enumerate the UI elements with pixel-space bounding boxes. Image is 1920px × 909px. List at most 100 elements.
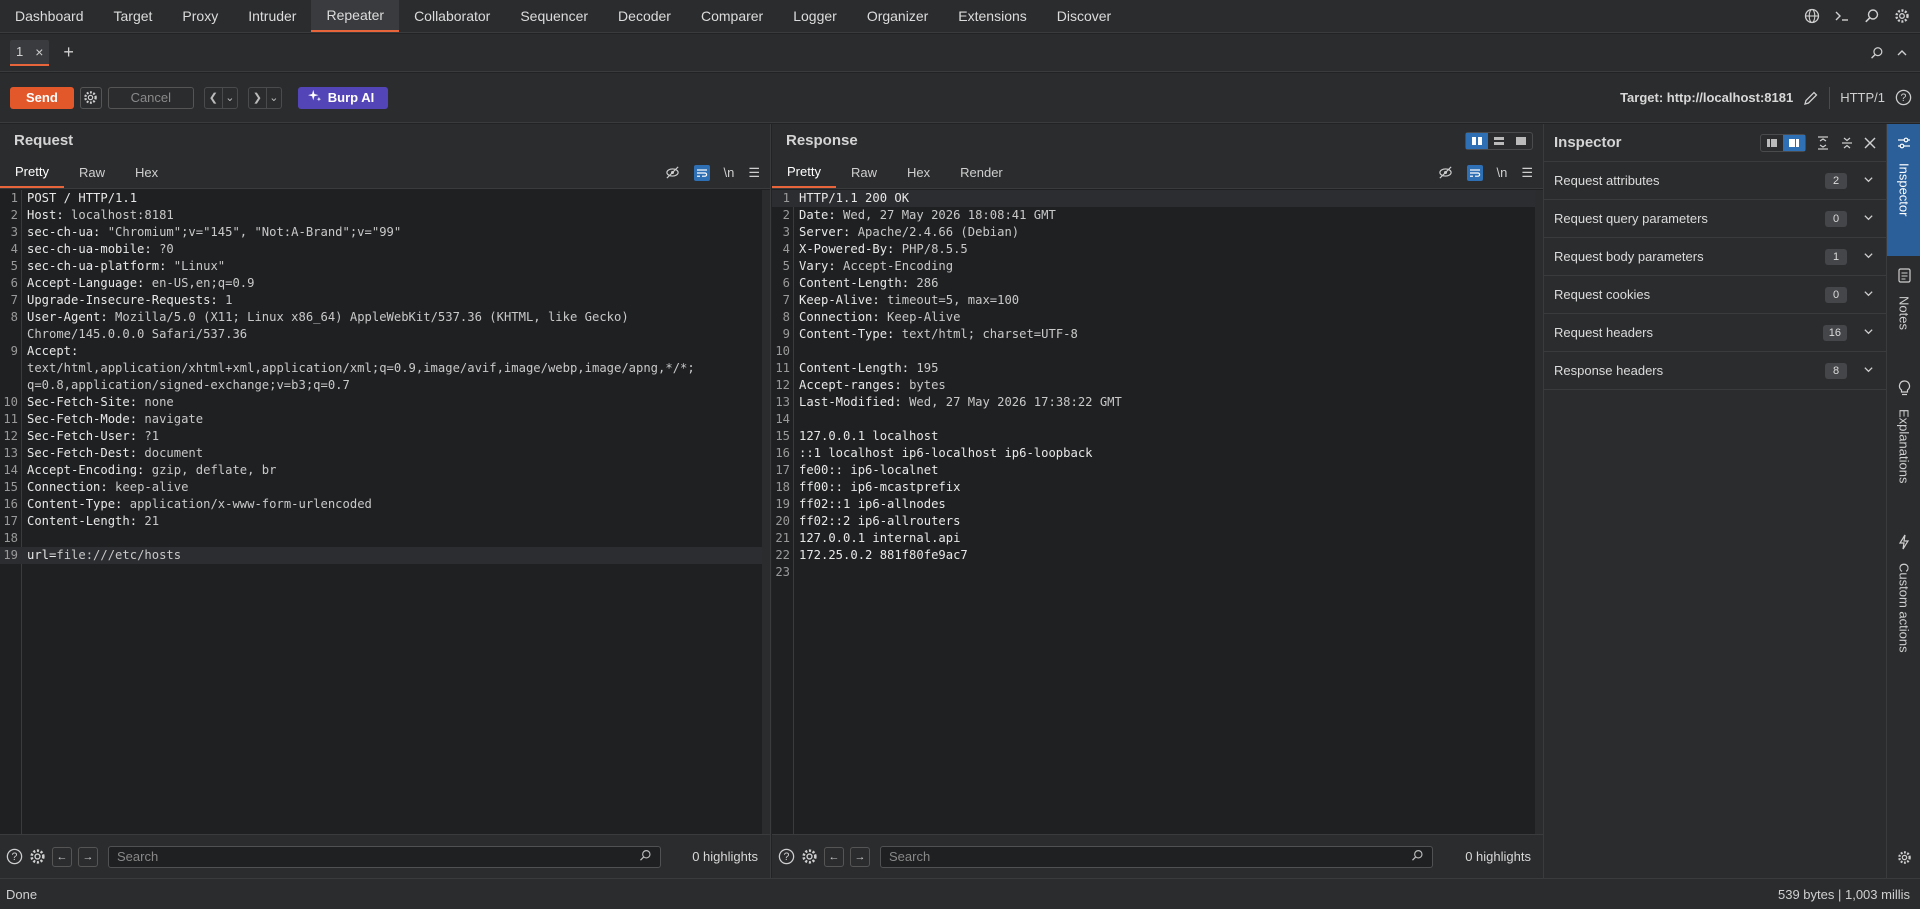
response-search-input[interactable]: Search (880, 845, 1433, 868)
inspector-split-icon[interactable] (1783, 134, 1805, 151)
nav-tab-proxy[interactable]: Proxy (167, 0, 233, 32)
previous-match-arrow-icon[interactable]: ← (52, 846, 72, 867)
sidebar-item-notes[interactable]: Notes (1887, 268, 1920, 368)
response-tab-hex[interactable]: Hex (892, 157, 945, 188)
inspector-section-request-headers[interactable]: Request headers 16 (1544, 314, 1886, 352)
chevron-down-icon[interactable] (1863, 288, 1874, 302)
nav-tab-comparer[interactable]: Comparer (686, 0, 778, 32)
nav-tab-extensions[interactable]: Extensions (943, 0, 1041, 32)
response-scrollbar[interactable] (1535, 190, 1543, 834)
newline-toggle[interactable]: \n (1497, 165, 1508, 180)
terminal-icon[interactable] (1834, 8, 1850, 24)
forward-arrow-icon[interactable]: ❯ (249, 87, 267, 108)
burp-ai-button[interactable]: Burp AI (297, 86, 389, 109)
search-settings-gear-icon[interactable] (29, 848, 46, 865)
search-help-icon[interactable]: ? (778, 848, 795, 865)
nav-tab-repeater[interactable]: Repeater (311, 0, 400, 32)
word-wrap-toggle-icon[interactable] (693, 164, 710, 181)
menu-hamburger-icon[interactable]: ☰ (748, 165, 760, 181)
request-editor[interactable]: 1 POST / HTTP/1.1 2 Host: localhost:8181 3 se… (0, 190, 762, 834)
line-value: Wed, 27 May 2026 17:38:22 GMT (901, 395, 1122, 409)
hide-eye-slash-icon[interactable] (665, 165, 680, 180)
chevron-down-icon[interactable] (1863, 364, 1874, 378)
chevron-up-icon[interactable] (1896, 46, 1908, 60)
back-dropdown-chevron-icon[interactable]: ⌄ (223, 88, 237, 108)
close-icon[interactable] (1864, 137, 1876, 149)
inspector-list-icon[interactable] (1761, 135, 1783, 151)
repeater-tab-1[interactable]: 1 × (10, 39, 50, 66)
request-search-input[interactable]: Search (108, 845, 661, 868)
line-key: Content-Length: (799, 361, 910, 375)
nav-tab-organizer[interactable]: Organizer (852, 0, 943, 32)
menu-hamburger-icon[interactable]: ☰ (1521, 165, 1533, 181)
edit-pencil-icon[interactable] (1803, 90, 1819, 106)
search-settings-gear-icon[interactable] (801, 848, 818, 865)
back-arrow-icon[interactable]: ❮ (205, 87, 223, 108)
nav-tab-intruder[interactable]: Intruder (233, 0, 311, 32)
settings-gear-icon[interactable] (1894, 8, 1910, 24)
close-tab-icon[interactable]: × (35, 44, 43, 60)
sidebar-item-label: Inspector (1896, 163, 1912, 217)
nav-tab-sequencer[interactable]: Sequencer (505, 0, 603, 32)
chevron-down-icon[interactable] (1863, 250, 1874, 264)
nav-tab-logger[interactable]: Logger (778, 0, 852, 32)
sidebar-item-inspector[interactable]: Inspector (1887, 124, 1920, 256)
search-icon[interactable] (1864, 8, 1880, 24)
send-settings-gear-icon[interactable] (79, 86, 102, 109)
chevron-down-icon[interactable] (1863, 212, 1874, 226)
globe-icon[interactable] (1804, 8, 1820, 24)
inspector-section-request-body-parameters[interactable]: Request body parameters 1 (1544, 238, 1886, 276)
word-wrap-toggle-icon[interactable] (1466, 164, 1483, 181)
nav-tab-collaborator[interactable]: Collaborator (399, 0, 505, 32)
nav-tab-discover[interactable]: Discover (1042, 0, 1126, 32)
layout-stacked-icon[interactable] (1488, 133, 1510, 149)
response-pane: Response Pretty Raw Hex Render \n ☰ 1 HTTP/1… (772, 124, 1543, 878)
response-tab-raw[interactable]: Raw (836, 157, 892, 188)
nav-tab-dashboard[interactable]: Dashboard (0, 0, 99, 32)
help-icon[interactable]: ? (1895, 89, 1912, 106)
chevron-down-icon[interactable] (1863, 174, 1874, 188)
next-match-arrow-icon[interactable]: → (78, 846, 98, 867)
response-editor[interactable]: 1 HTTP/1.1 200 OK 2 Date: Wed, 27 May 2026 … (772, 190, 1535, 834)
layout-side-by-side-icon[interactable] (1466, 132, 1488, 149)
inspector-section-request-query-parameters[interactable]: Request query parameters 0 (1544, 200, 1886, 238)
forward-dropdown-chevron-icon[interactable]: ⌄ (267, 88, 281, 108)
add-tab-button[interactable]: + (63, 42, 74, 63)
layout-single-icon[interactable] (1510, 133, 1532, 149)
hide-eye-slash-icon[interactable] (1438, 165, 1453, 180)
response-tab-pretty[interactable]: Pretty (772, 157, 836, 188)
line-number: 18 (3, 531, 18, 545)
sidebar-item-explanations[interactable]: Explanations (1887, 380, 1920, 510)
line-value: 1 (217, 293, 233, 307)
previous-match-arrow-icon[interactable]: ← (824, 846, 844, 867)
search-help-icon[interactable]: ? (6, 848, 23, 865)
inspector-section-request-attributes[interactable]: Request attributes 2 (1544, 162, 1886, 200)
next-match-arrow-icon[interactable]: → (850, 846, 870, 867)
line-key: Date: (799, 208, 836, 222)
chevron-down-icon[interactable] (1863, 326, 1874, 340)
request-tab-pretty[interactable]: Pretty (0, 157, 64, 188)
request-search-placeholder: Search (117, 849, 159, 864)
sidebar-item-custom-actions[interactable]: Custom actions (1887, 534, 1920, 684)
expand-all-icon[interactable] (1816, 135, 1830, 150)
response-line: 20 ff02::2 ip6-allrouters (772, 513, 1535, 530)
newline-toggle[interactable]: \n (724, 165, 735, 180)
nav-tab-decoder[interactable]: Decoder (603, 0, 686, 32)
response-tab-render[interactable]: Render (945, 157, 1018, 188)
cancel-button[interactable]: Cancel (107, 86, 194, 109)
line-key: url= (27, 548, 57, 562)
inspector-section-request-cookies[interactable]: Request cookies 0 (1544, 276, 1886, 314)
line-key: Upgrade-Insecure-Requests: (27, 293, 218, 307)
send-button[interactable]: Send (10, 86, 74, 109)
request-tab-hex[interactable]: Hex (120, 157, 173, 188)
nav-tab-target[interactable]: Target (99, 0, 168, 32)
inspector-section-response-headers[interactable]: Response headers 8 (1544, 352, 1886, 390)
sidebar-settings[interactable] (1887, 850, 1920, 870)
request-tab-raw[interactable]: Raw (64, 157, 120, 188)
protocol-label[interactable]: HTTP/1 (1840, 90, 1885, 105)
response-line: 19 ff02::1 ip6-allnodes (772, 496, 1535, 513)
collapse-all-icon[interactable] (1840, 136, 1854, 150)
search-tabs-icon[interactable] (1870, 46, 1884, 60)
request-scrollbar[interactable] (762, 190, 770, 834)
inspector-panel: Inspector Request attributes 2 Request que… (1543, 124, 1886, 878)
